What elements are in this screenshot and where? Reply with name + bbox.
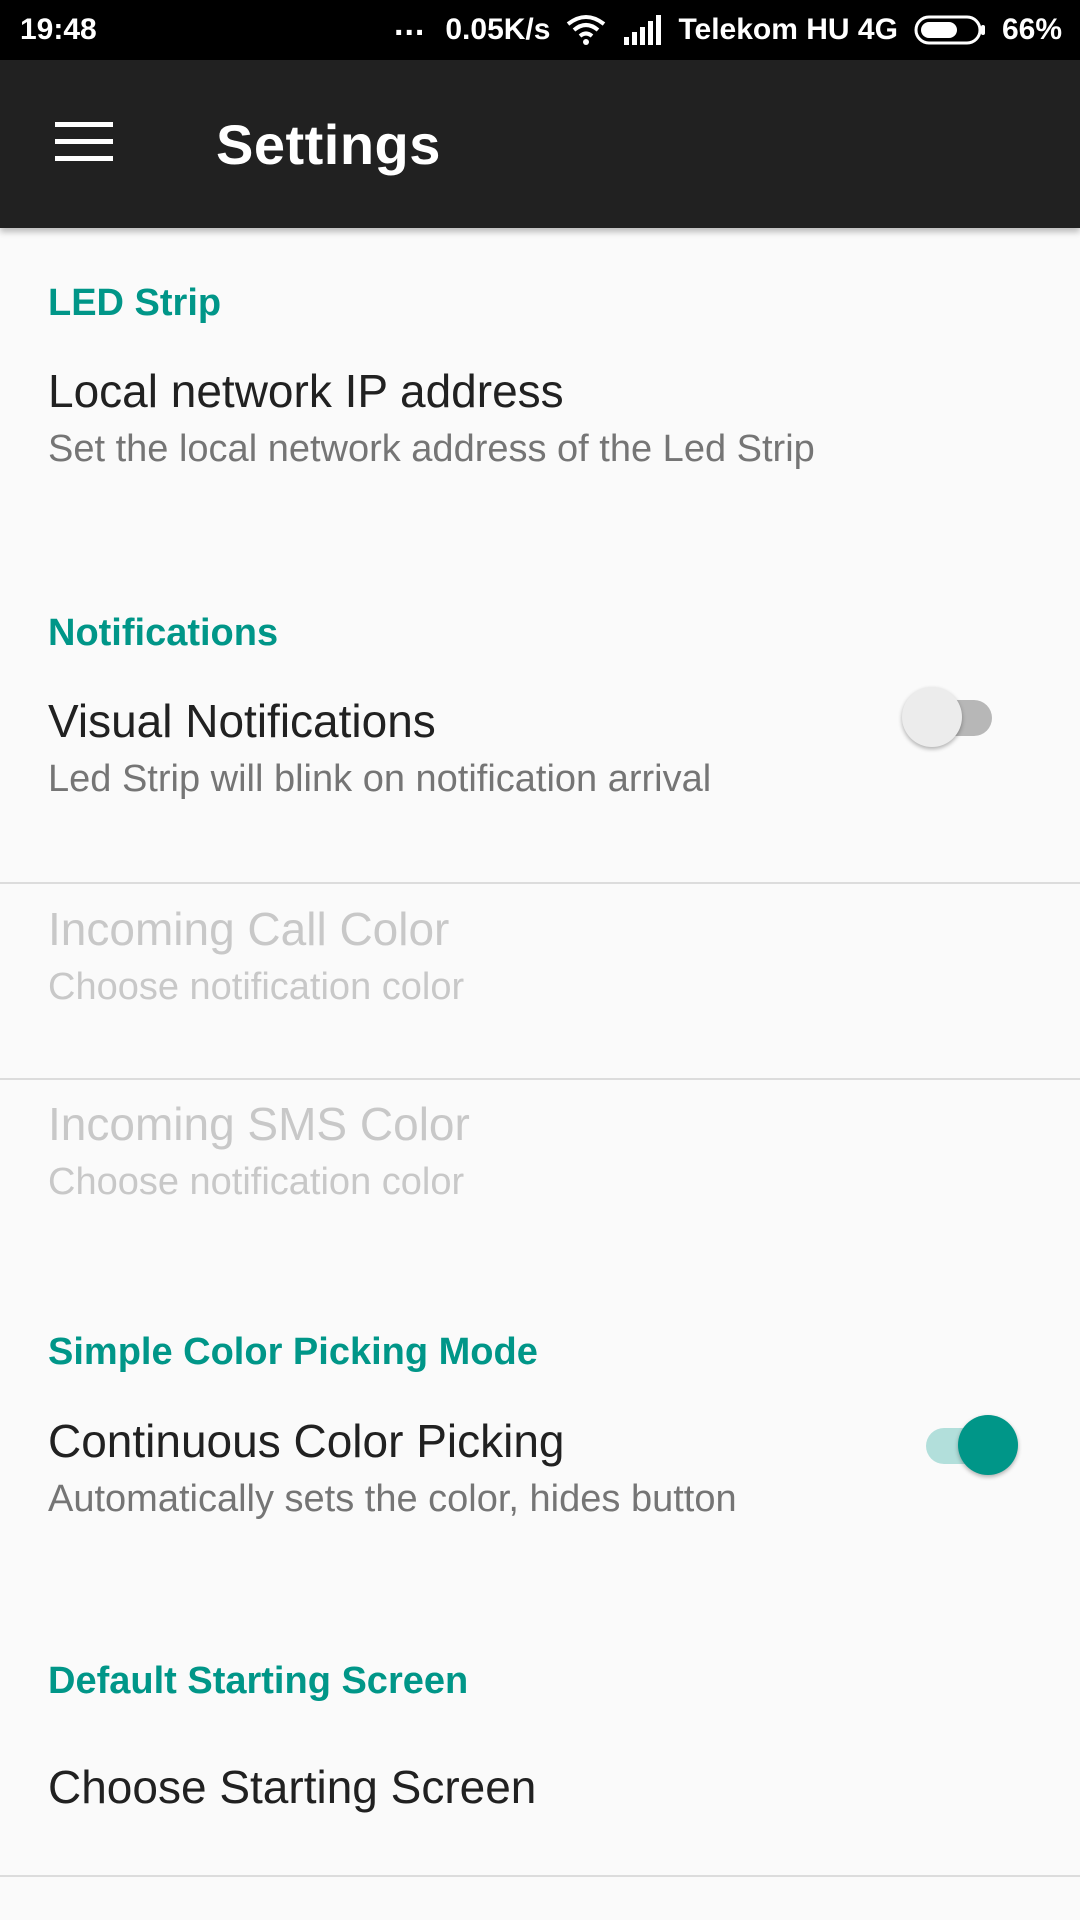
more-notifications-indicator: ... bbox=[394, 4, 426, 43]
pref-title: Continuous Color Picking bbox=[48, 1415, 565, 1467]
pref-title: Choose Starting Screen bbox=[48, 1761, 537, 1813]
section-header-default-starting-screen: Default Starting Screen bbox=[48, 1660, 469, 1702]
switch-thumb bbox=[902, 687, 962, 747]
menu-icon bbox=[55, 121, 113, 167]
status-time: 19:48 bbox=[20, 13, 97, 46]
wifi-icon bbox=[566, 14, 606, 46]
pref-choose-starting-screen[interactable]: Choose Starting Screen bbox=[0, 1738, 1080, 1868]
divider bbox=[0, 1875, 1080, 1877]
switch-thumb bbox=[958, 1415, 1018, 1475]
pref-summary: Choose notification color bbox=[48, 1161, 465, 1203]
pref-local-ip-address[interactable]: Local network IP address Set the local n… bbox=[0, 358, 1080, 528]
battery-icon bbox=[914, 14, 986, 46]
pref-summary: Choose notification color bbox=[48, 966, 465, 1008]
section-header-led-strip: LED Strip bbox=[48, 282, 222, 324]
pref-title: Incoming Call Color bbox=[48, 903, 450, 955]
divider bbox=[0, 1078, 1080, 1080]
pref-title: Incoming SMS Color bbox=[48, 1098, 470, 1150]
signal-icon bbox=[622, 15, 662, 45]
pref-continuous-color-picking[interactable]: Continuous Color Picking Automatically s… bbox=[0, 1408, 1080, 1578]
divider bbox=[0, 882, 1080, 884]
pref-title: Visual Notifications bbox=[48, 695, 436, 747]
pref-summary: Automatically sets the color, hides butt… bbox=[48, 1478, 737, 1520]
visual-notifications-switch[interactable] bbox=[902, 684, 1002, 747]
toolbar: Settings bbox=[0, 60, 1080, 228]
pref-visual-notifications[interactable]: Visual Notifications Led Strip will blin… bbox=[0, 687, 1080, 858]
pref-incoming-sms-color[interactable]: Incoming SMS Color Choose notification c… bbox=[0, 1088, 1080, 1278]
pref-title: Local network IP address bbox=[48, 365, 564, 417]
page-title: Settings bbox=[216, 112, 441, 176]
section-header-notifications: Notifications bbox=[48, 612, 279, 654]
network-speed: 0.05K/s bbox=[445, 13, 551, 46]
continuous-color-picking-switch[interactable] bbox=[922, 1412, 1022, 1475]
menu-button[interactable] bbox=[24, 84, 144, 204]
section-header-simple-color-picking: Simple Color Picking Mode bbox=[48, 1331, 538, 1373]
pref-summary: Led Strip will blink on notification arr… bbox=[48, 758, 712, 800]
pref-incoming-call-color[interactable]: Incoming Call Color Choose notification … bbox=[0, 892, 1080, 1082]
pref-summary: Set the local network address of the Led… bbox=[48, 428, 815, 470]
status-bar: 19:48 ... 0.05K/s Telekom HU 4G 66% bbox=[0, 0, 1080, 60]
status-indicators: ... 0.05K/s Telekom HU 4G 66% bbox=[394, 5, 1062, 50]
battery-percent: 66% bbox=[1001, 13, 1062, 46]
carrier-label: Telekom HU 4G bbox=[678, 13, 898, 46]
